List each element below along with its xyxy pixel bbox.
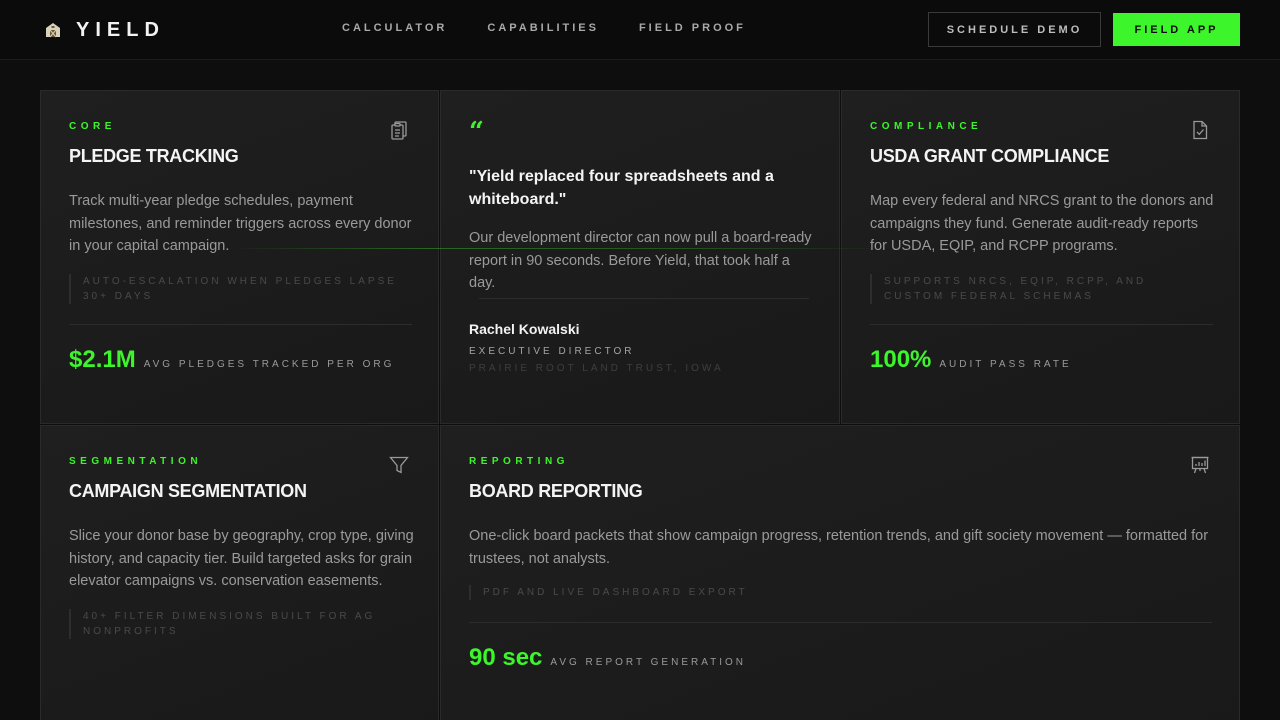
testimonial-author: Rachel Kowalski bbox=[469, 321, 580, 337]
campaign-segmentation-card: SEGMENTATION CAMPAIGN SEGMENTATION Slice… bbox=[40, 425, 439, 720]
card-divider bbox=[69, 324, 412, 325]
card-note: SUPPORTS NRCS, EQIP, RCPP, AND CUSTOM FE… bbox=[870, 274, 1210, 304]
main-nav: CALCULATOR CAPABILITIES FIELD PROOF bbox=[342, 22, 746, 34]
stat-value: 100% bbox=[870, 346, 932, 373]
top-navigation-bar: YIELD CALCULATOR CAPABILITIES FIELD PROO… bbox=[0, 0, 1280, 60]
board-reporting-card: REPORTING BOARD REPORTING One-click boar… bbox=[440, 425, 1240, 720]
card-stat: 90 sec AVG REPORT GENERATION bbox=[469, 644, 746, 672]
card-stat: $2.1M AVG PLEDGES TRACKED PER ORG bbox=[69, 346, 394, 374]
barn-icon bbox=[46, 23, 60, 38]
clipboard-icon bbox=[388, 119, 410, 141]
presentation-chart-icon bbox=[1189, 454, 1211, 476]
card-note: 40+ FILTER DIMENSIONS BUILT FOR AG NONPR… bbox=[69, 609, 409, 639]
nav-link-capabilities[interactable]: CAPABILITIES bbox=[487, 22, 599, 34]
usda-compliance-card: COMPLIANCE USDA GRANT COMPLIANCE Map eve… bbox=[841, 90, 1240, 424]
card-eyebrow: SEGMENTATION bbox=[69, 456, 203, 467]
capabilities-grid: CORE PLEDGE TRACKING Track multi-year pl… bbox=[40, 90, 1240, 720]
card-divider bbox=[870, 324, 1213, 325]
stat-label: AUDIT PASS RATE bbox=[939, 359, 1072, 370]
testimonial-role: EXECUTIVE DIRECTOR bbox=[469, 346, 635, 357]
card-title: USDA GRANT COMPLIANCE bbox=[870, 146, 1110, 166]
testimonial-quote: "Yield replaced four spreadsheets and a … bbox=[469, 168, 774, 208]
card-note: PDF AND LIVE DASHBOARD EXPORT bbox=[469, 585, 1169, 600]
card-title: BOARD REPORTING bbox=[469, 481, 643, 501]
testimonial-card: “ "Yield replaced four spreadsheets and … bbox=[440, 90, 840, 424]
testimonial-org: PRAIRIE ROOT LAND TRUST, IOWA bbox=[469, 363, 724, 374]
testimonial-divider bbox=[479, 298, 809, 299]
brand-name: YIELD bbox=[76, 18, 165, 41]
filter-icon bbox=[388, 454, 410, 476]
card-eyebrow: CORE bbox=[69, 121, 116, 132]
testimonial-body: Our development director can now pull a … bbox=[469, 230, 812, 291]
quote-mark-icon: “ bbox=[469, 117, 484, 147]
card-description: Slice your donor base by geography, crop… bbox=[69, 528, 414, 589]
pledge-tracking-card: CORE PLEDGE TRACKING Track multi-year pl… bbox=[40, 90, 439, 424]
field-app-button[interactable]: FIELD APP bbox=[1113, 13, 1240, 46]
card-divider bbox=[469, 622, 1212, 623]
scan-line-decoration bbox=[230, 248, 890, 249]
card-note: AUTO-ESCALATION WHEN PLEDGES LAPSE 30+ D… bbox=[69, 274, 409, 304]
schedule-demo-button[interactable]: SCHEDULE DEMO bbox=[928, 12, 1101, 47]
card-eyebrow: COMPLIANCE bbox=[870, 121, 983, 132]
nav-link-calculator[interactable]: CALCULATOR bbox=[342, 22, 447, 34]
stat-label: AVG REPORT GENERATION bbox=[550, 657, 747, 668]
stat-label: AVG PLEDGES TRACKED PER ORG bbox=[143, 359, 395, 370]
card-eyebrow: REPORTING bbox=[469, 456, 569, 467]
card-description: One-click board packets that show campai… bbox=[469, 528, 1209, 567]
file-check-icon bbox=[1189, 119, 1211, 141]
stat-value: $2.1M bbox=[69, 346, 136, 373]
card-description: Map every federal and NRCS grant to the … bbox=[870, 193, 1214, 254]
card-title: CAMPAIGN SEGMENTATION bbox=[69, 481, 307, 501]
nav-link-field-proof[interactable]: FIELD PROOF bbox=[639, 22, 746, 34]
card-title: PLEDGE TRACKING bbox=[69, 146, 239, 166]
card-stat: 100% AUDIT PASS RATE bbox=[870, 346, 1072, 374]
brand[interactable]: YIELD bbox=[44, 16, 165, 44]
stat-value: 90 sec bbox=[469, 644, 543, 671]
